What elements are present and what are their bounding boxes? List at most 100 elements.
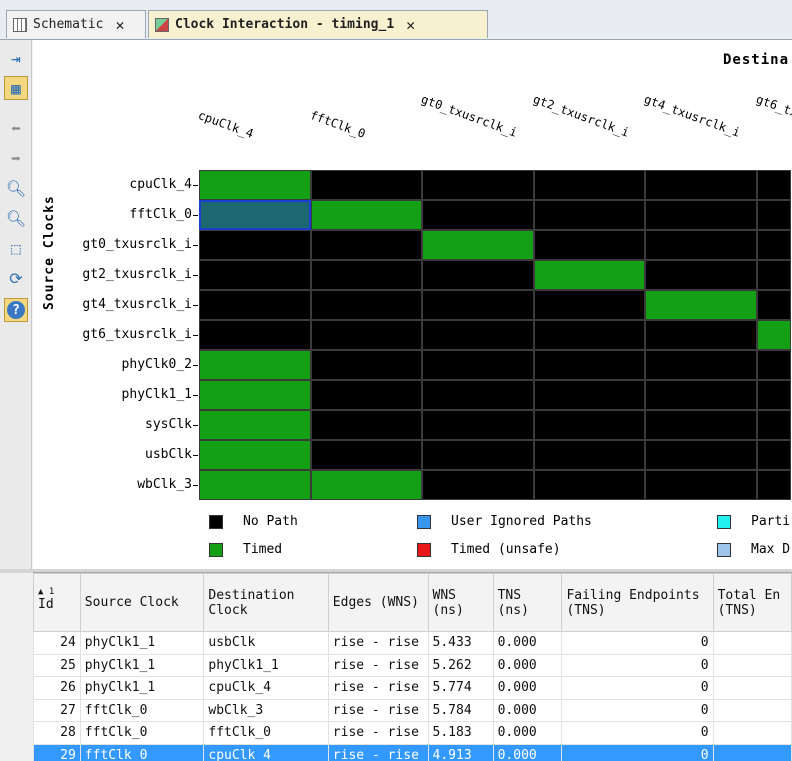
matrix-cell[interactable] (199, 380, 311, 410)
matrix-cell[interactable] (645, 200, 757, 230)
matrix-cell[interactable] (199, 440, 311, 470)
table-row[interactable]: 28 fftClk_0 fftClk_0 rise - rise 5.183 0.000 0 (33, 721, 792, 745)
zoom-in-icon[interactable]: 🔍︎ (4, 176, 28, 200)
matrix-cell[interactable] (310, 470, 422, 500)
matrix-cell[interactable] (756, 200, 791, 230)
column-label[interactable]: gt0_txusrclk_i (419, 92, 519, 140)
matrix-cell[interactable] (645, 470, 757, 500)
matrix-cell[interactable] (422, 170, 534, 200)
matrix-cell[interactable] (422, 320, 534, 350)
matrix-cell[interactable] (645, 380, 757, 410)
row-label[interactable]: gt0_txusrclk_i (82, 237, 192, 252)
matrix-cell[interactable] (422, 440, 534, 470)
zoom-out-icon[interactable]: 🔍︎ (4, 206, 28, 230)
matrix-cell[interactable] (756, 230, 791, 260)
matrix-cell[interactable] (310, 410, 422, 440)
matrix-cell[interactable] (422, 470, 534, 500)
matrix-cell[interactable] (756, 470, 791, 500)
matrix-cell[interactable] (756, 440, 791, 470)
matrix-cell[interactable] (756, 410, 791, 440)
column-label[interactable]: fftClk_0 (308, 108, 367, 141)
tab-schematic[interactable]: Schematic ✕ (6, 10, 146, 38)
row-label[interactable]: cpuClk_4 (129, 177, 192, 192)
col-header-tns[interactable]: TNS (ns) (492, 573, 563, 632)
column-label[interactable]: gt6_txusrclk_i (754, 92, 792, 140)
col-header-failing-endpoints[interactable]: Failing Endpoints (TNS) (561, 573, 714, 632)
matrix-cell[interactable] (199, 410, 311, 440)
column-label[interactable]: gt2_txusrclk_i (531, 92, 631, 140)
help-icon[interactable]: ? (4, 298, 28, 322)
col-header-id[interactable]: ▲ 1 Id (33, 573, 81, 632)
row-label[interactable]: sysClk (145, 417, 192, 432)
matrix-cell[interactable] (645, 410, 757, 440)
matrix-cell[interactable] (756, 170, 791, 200)
matrix-cell[interactable] (533, 200, 645, 230)
column-label[interactable]: gt4_txusrclk_i (642, 92, 742, 140)
matrix-cell[interactable] (756, 290, 791, 320)
col-header-edges[interactable]: Edges (WNS) (327, 573, 429, 632)
tab-clock-interaction[interactable]: Clock Interaction - timing_1 ✕ (148, 10, 488, 38)
column-label[interactable]: cpuClk_4 (196, 108, 255, 141)
close-icon[interactable]: ✕ (406, 16, 415, 34)
matrix-cell[interactable] (199, 260, 311, 290)
row-label[interactable]: fftClk_0 (129, 207, 192, 222)
col-header-source-clock[interactable]: Source Clock (79, 573, 205, 632)
table-row[interactable]: 26 phyClk1_1 cpuClk_4 rise - rise 5.774 0.000… (33, 676, 792, 700)
matrix-cell[interactable] (533, 410, 645, 440)
matrix-cell[interactable] (199, 290, 311, 320)
matrix-cell[interactable] (422, 290, 534, 320)
matrix-cell[interactable] (645, 260, 757, 290)
select-icon[interactable]: ▦ (4, 76, 28, 100)
row-label[interactable]: usbClk (145, 447, 192, 462)
matrix-cell[interactable] (422, 200, 534, 230)
matrix-cell[interactable] (310, 440, 422, 470)
matrix-cell[interactable] (756, 260, 791, 290)
matrix-cell[interactable] (199, 170, 311, 200)
matrix-cell[interactable] (199, 200, 311, 230)
matrix-cell[interactable] (310, 290, 422, 320)
refresh-icon[interactable]: ⟳ (4, 266, 28, 290)
close-icon[interactable]: ✕ (115, 16, 124, 34)
matrix-cell[interactable] (199, 230, 311, 260)
back-icon[interactable]: ⬅ (4, 116, 28, 140)
matrix-cell[interactable] (422, 350, 534, 380)
matrix-cell[interactable] (645, 440, 757, 470)
collapse-icon[interactable]: ⇥ (4, 46, 28, 70)
matrix-cell[interactable] (645, 230, 757, 260)
matrix-cell[interactable] (422, 230, 534, 260)
matrix-cell[interactable] (310, 260, 422, 290)
table-row[interactable]: 24 phyClk1_1 usbClk rise - rise 5.433 0.000 0 (33, 631, 792, 655)
matrix-cell[interactable] (533, 440, 645, 470)
matrix-cell[interactable] (199, 320, 311, 350)
matrix-cell[interactable] (645, 320, 757, 350)
matrix-cell[interactable] (310, 350, 422, 380)
matrix-cell[interactable] (645, 350, 757, 380)
matrix-cell[interactable] (533, 350, 645, 380)
matrix-cell[interactable] (533, 230, 645, 260)
matrix-cell[interactable] (310, 230, 422, 260)
matrix-cell[interactable] (645, 290, 757, 320)
matrix-cell[interactable] (310, 320, 422, 350)
zoom-fit-icon[interactable]: ⬚ (4, 236, 28, 260)
matrix-cell[interactable] (533, 320, 645, 350)
matrix-cell[interactable] (533, 290, 645, 320)
matrix-cell[interactable] (756, 320, 791, 350)
matrix-cell[interactable] (533, 380, 645, 410)
table-row[interactable]: 25 phyClk1_1 phyClk1_1 rise - rise 5.262 0.00… (33, 653, 792, 677)
row-label[interactable]: gt6_txusrclk_i (82, 327, 192, 342)
matrix-cell[interactable] (756, 350, 791, 380)
matrix-cell[interactable] (533, 170, 645, 200)
row-label[interactable]: phyClk0_2 (122, 357, 192, 372)
col-header-total-endpoints[interactable]: Total En (TNS) (712, 573, 792, 632)
matrix-cell[interactable] (533, 260, 645, 290)
matrix-cell[interactable] (310, 200, 422, 230)
col-header-destination-clock[interactable]: Destination Clock (203, 573, 329, 632)
row-label[interactable]: phyClk1_1 (122, 387, 192, 402)
matrix-cell[interactable] (422, 260, 534, 290)
matrix-cell[interactable] (533, 470, 645, 500)
matrix-cell[interactable] (422, 380, 534, 410)
matrix-cell[interactable] (310, 380, 422, 410)
col-header-wns[interactable]: WNS (ns) (427, 573, 494, 632)
matrix-cell[interactable] (756, 380, 791, 410)
table-row[interactable]: 27 fftClk_0 wbClk_3 rise - rise 5.784 0.000 0 (33, 698, 792, 722)
